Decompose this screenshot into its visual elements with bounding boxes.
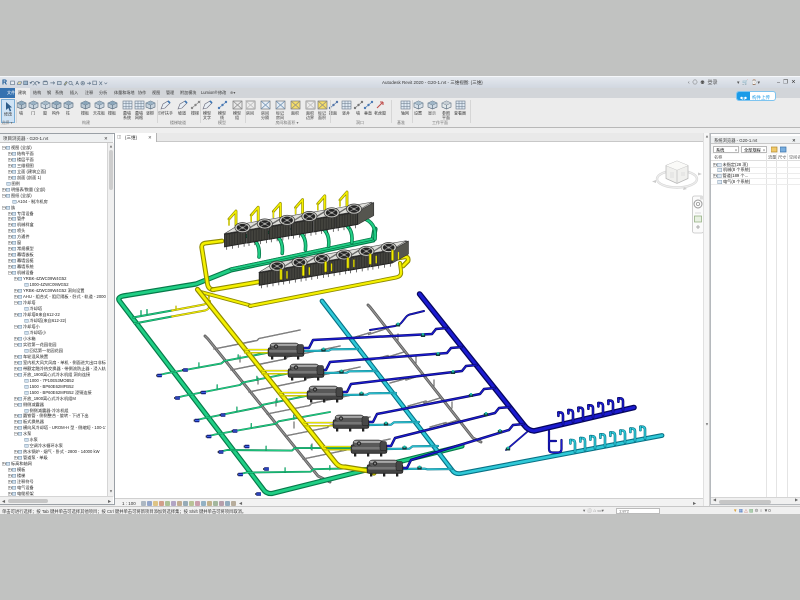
svg-text:A: A: [76, 81, 80, 86]
